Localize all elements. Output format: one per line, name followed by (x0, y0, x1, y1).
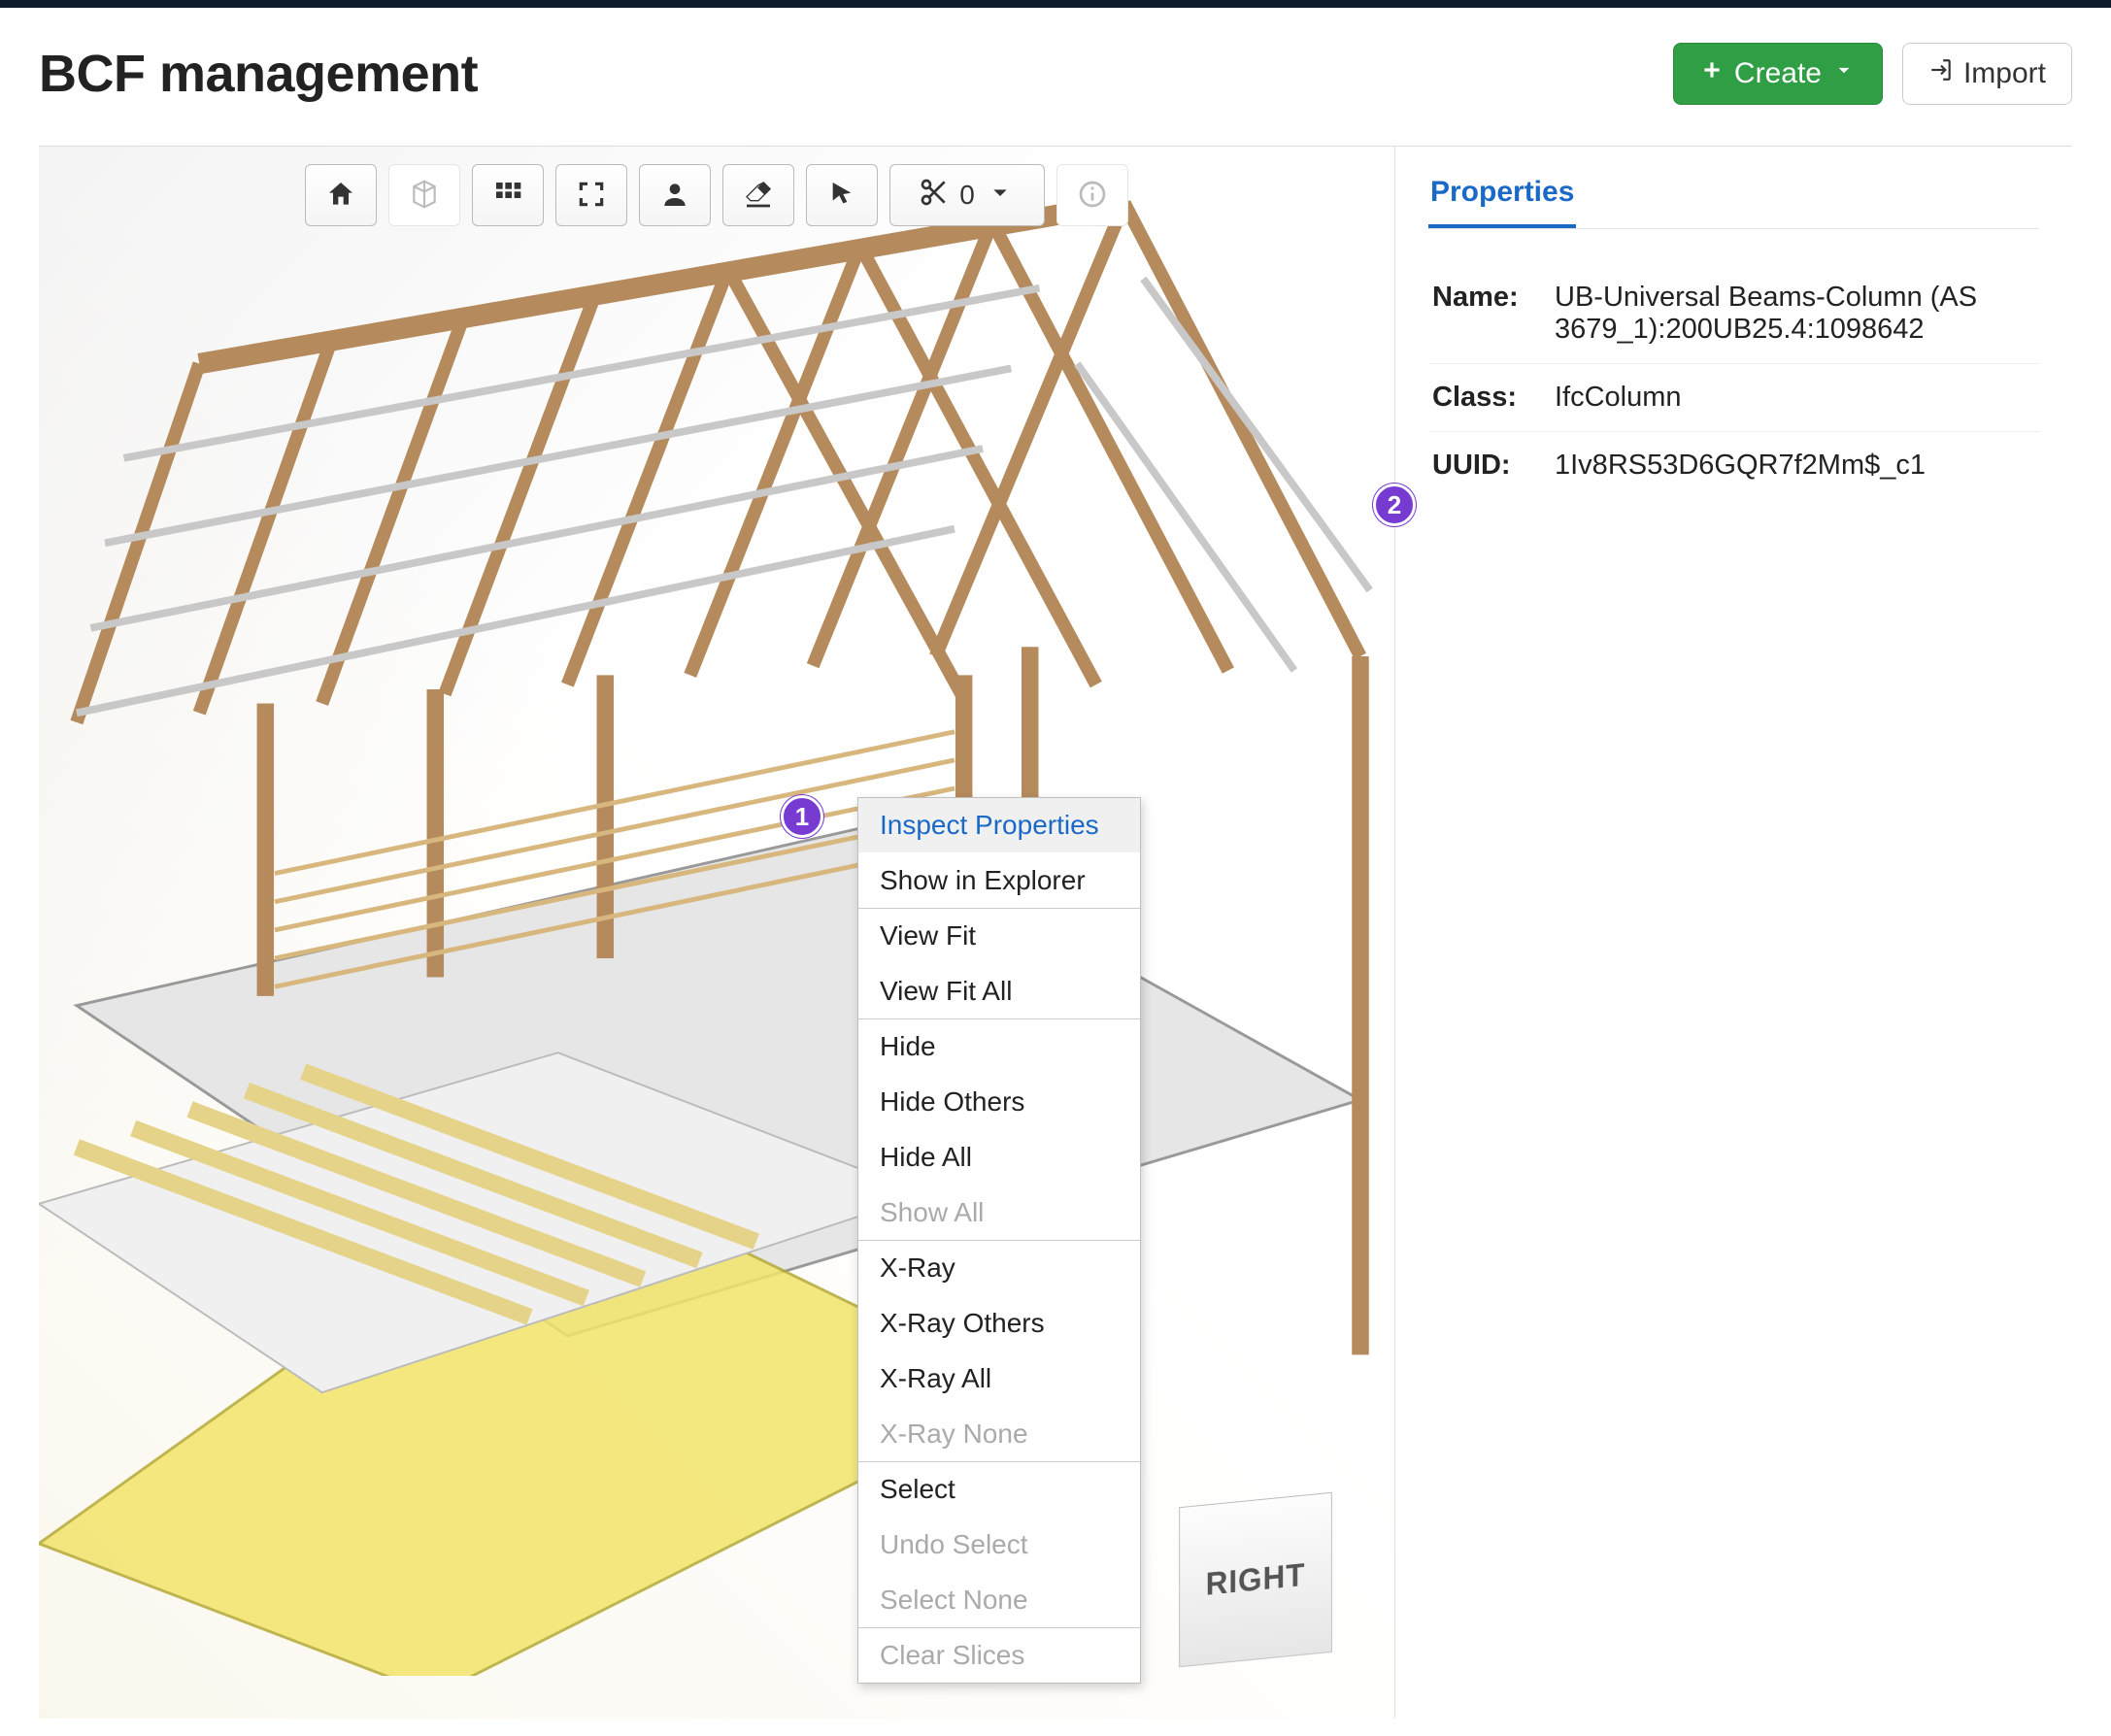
prop-name-key: Name: (1428, 264, 1551, 364)
plus-icon (1699, 57, 1725, 90)
context-menu-item[interactable]: View Fit (858, 908, 1140, 963)
page-title: BCF management (39, 44, 478, 104)
context-menu-item[interactable]: Hide All (858, 1129, 1140, 1185)
chevron-down-icon (1831, 57, 1857, 90)
context-menu-item: Show All (858, 1185, 1140, 1240)
context-menu-item[interactable]: Select (858, 1461, 1140, 1517)
eraser-icon (743, 179, 774, 213)
model-sketch (39, 147, 1394, 1676)
avatar-button[interactable] (639, 164, 711, 226)
context-menu-item: Clear Slices (858, 1627, 1140, 1683)
import-label: Import (1963, 57, 2046, 90)
import-icon (1928, 57, 1954, 90)
page-header: BCF management Create Import (39, 43, 2072, 105)
model-viewer[interactable]: 0 Inspect PropertiesShow in ExplorerView… (39, 147, 1394, 1719)
context-menu-item: X-Ray None (858, 1406, 1140, 1461)
context-menu-item[interactable]: View Fit All (858, 963, 1140, 1018)
views-button[interactable] (472, 164, 544, 226)
tab-properties[interactable]: Properties (1428, 166, 1576, 228)
context-menu-item[interactable]: X-Ray All (858, 1351, 1140, 1406)
pointer-icon (826, 179, 857, 213)
prop-uuid-key: UUID: (1428, 432, 1551, 500)
context-menu-item[interactable]: Hide (858, 1018, 1140, 1074)
context-menu-item: Select None (858, 1572, 1140, 1627)
slice-count: 0 (959, 180, 975, 211)
callout-marker-1: 1 (781, 795, 823, 838)
cube-right-face[interactable]: RIGHT (1179, 1492, 1332, 1667)
properties-table: Name: UB-Universal Beams-Column (AS 3679… (1428, 264, 2039, 499)
context-menu-item[interactable]: X-Ray Others (858, 1295, 1140, 1351)
prop-row-class: Class: IfcColumn (1428, 364, 2039, 432)
prop-uuid-value: 1Iv8RS53D6GQR7f2Mm$_c1 (1551, 432, 2039, 500)
create-label: Create (1734, 57, 1822, 90)
eraser-button[interactable] (722, 164, 794, 226)
import-button[interactable]: Import (1902, 43, 2072, 105)
context-menu-item: Undo Select (858, 1517, 1140, 1572)
home-button[interactable] (305, 164, 377, 226)
grid-icon (492, 179, 523, 213)
context-menu: Inspect PropertiesShow in ExplorerView F… (857, 797, 1141, 1684)
cube-icon (409, 179, 440, 213)
prop-row-uuid: UUID: 1Iv8RS53D6GQR7f2Mm$_c1 (1428, 432, 2039, 500)
expand-icon (576, 179, 607, 213)
main-area: 0 Inspect PropertiesShow in ExplorerView… (39, 146, 2072, 1719)
context-menu-item[interactable]: Inspect Properties (858, 798, 1140, 852)
sidebar-tabs: Properties (1428, 166, 2039, 229)
prop-class-value: IfcColumn (1551, 364, 2039, 432)
scissors-icon (919, 177, 950, 215)
fullscreen-button[interactable] (555, 164, 627, 226)
prop-row-name: Name: UB-Universal Beams-Column (AS 3679… (1428, 264, 2039, 364)
home-icon (325, 179, 356, 213)
prop-class-key: Class: (1428, 364, 1551, 432)
prop-name-value: UB-Universal Beams-Column (AS 3679_1):20… (1551, 264, 2039, 364)
header-actions: Create Import (1673, 43, 2072, 105)
callout-marker-2: 2 (1373, 484, 1416, 526)
viewer-toolbar: 0 (305, 164, 1128, 226)
context-menu-item[interactable]: X-Ray (858, 1240, 1140, 1295)
slice-dropdown[interactable]: 0 (889, 164, 1045, 226)
info-icon (1077, 179, 1108, 213)
box-button[interactable] (388, 164, 460, 226)
context-menu-item[interactable]: Hide Others (858, 1074, 1140, 1129)
context-menu-item[interactable]: Show in Explorer (858, 852, 1140, 908)
properties-panel: Properties Name: UB-Universal Beams-Colu… (1394, 147, 2072, 1719)
user-icon (659, 179, 690, 213)
caret-down-icon (985, 177, 1016, 215)
pointer-button[interactable] (806, 164, 878, 226)
create-button[interactable]: Create (1673, 43, 1883, 105)
view-cube[interactable]: RIGHT (1144, 1468, 1367, 1691)
info-button[interactable] (1056, 164, 1128, 226)
page-root: BCF management Create Import (0, 0, 2111, 1736)
